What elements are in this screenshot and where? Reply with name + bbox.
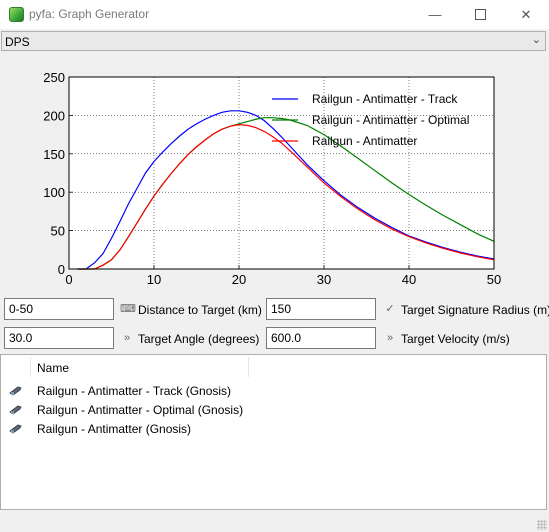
chevron-down-icon: ⌄ (531, 34, 541, 46)
target-angle-input[interactable]: 30.0 (4, 327, 114, 349)
list-item[interactable]: Railgun - Antimatter - Optimal (Gnosis) (1, 401, 546, 420)
y-tick-label: 0 (58, 262, 65, 277)
title-bar: pyfa: Graph Generator — ✕ (0, 0, 549, 29)
legend-label: Railgun - Antimatter (312, 134, 417, 148)
signature-radius-input[interactable]: 150 (266, 298, 376, 320)
window-title: pyfa: Graph Generator (29, 7, 150, 21)
list-item-label: Railgun - Antimatter - Optimal (Gnosis) (37, 403, 244, 417)
x-tick-label: 0 (65, 272, 72, 287)
dps-chart: 0 10 20 30 40 50 0 50 100 150 200 250 Railgun - Anti… (43, 70, 501, 287)
y-tick-label: 150 (43, 147, 65, 162)
distance-icon: ⌨ (120, 303, 136, 315)
column-divider[interactable] (248, 357, 249, 377)
y-tick-label: 50 (51, 224, 65, 239)
x-tick-label: 10 (147, 272, 161, 287)
x-tick-label: 20 (232, 272, 246, 287)
minimize-icon: — (428, 7, 442, 22)
maximize-button[interactable] (457, 0, 503, 29)
distance-input[interactable]: 0-50 (4, 298, 114, 320)
maximize-icon (474, 9, 486, 20)
column-divider[interactable] (30, 357, 31, 377)
graph-type-select[interactable]: DPS ⌄ (1, 31, 546, 51)
status-bar (0, 512, 549, 532)
pyfa-app-icon (9, 7, 24, 22)
close-icon: ✕ (520, 6, 532, 22)
list-item-label: Railgun - Antimatter (Gnosis) (37, 422, 192, 436)
list-item-label: Railgun - Antimatter - Track (Gnosis) (37, 384, 232, 398)
y-tick-label: 100 (43, 185, 65, 200)
target-angle-label: Target Angle (degrees) (138, 332, 260, 346)
target-velocity-label: Target Velocity (m/s) (401, 332, 510, 346)
legend-label: Railgun - Antimatter - Track (312, 92, 458, 106)
y-tick-label: 200 (43, 108, 65, 123)
signature-radius-label: Target Signature Radius (m) (401, 303, 549, 317)
distance-label: Distance to Target (km) (138, 303, 262, 317)
minimize-button[interactable]: — (412, 0, 458, 29)
target-velocity-input[interactable]: 600.0 (266, 327, 376, 349)
legend-label: Railgun - Antimatter - Optimal (312, 113, 469, 127)
list-item[interactable]: Railgun - Antimatter - Track (Gnosis) (1, 382, 546, 401)
x-tick-label: 40 (402, 272, 416, 287)
x-tick-label: 50 (487, 272, 501, 287)
x-tick-label: 30 (317, 272, 331, 287)
railgun-icon (9, 386, 22, 396)
graph-type-value: DPS (5, 35, 30, 49)
fits-list[interactable]: Name Railgun - Antimatter - Track (Gnosi… (0, 354, 547, 510)
close-button[interactable]: ✕ (503, 0, 549, 29)
list-item[interactable]: Railgun - Antimatter (Gnosis) (1, 420, 546, 439)
railgun-icon (9, 405, 22, 415)
target-angle-icon: » (123, 332, 131, 344)
list-header: Name (1, 355, 546, 378)
resize-grip-icon[interactable] (537, 520, 547, 530)
signature-radius-icon: ✓ (385, 303, 395, 315)
railgun-icon (9, 424, 22, 434)
target-velocity-icon: » (386, 332, 394, 344)
name-column-header[interactable]: Name (37, 361, 69, 375)
y-tick-label: 250 (43, 70, 65, 85)
